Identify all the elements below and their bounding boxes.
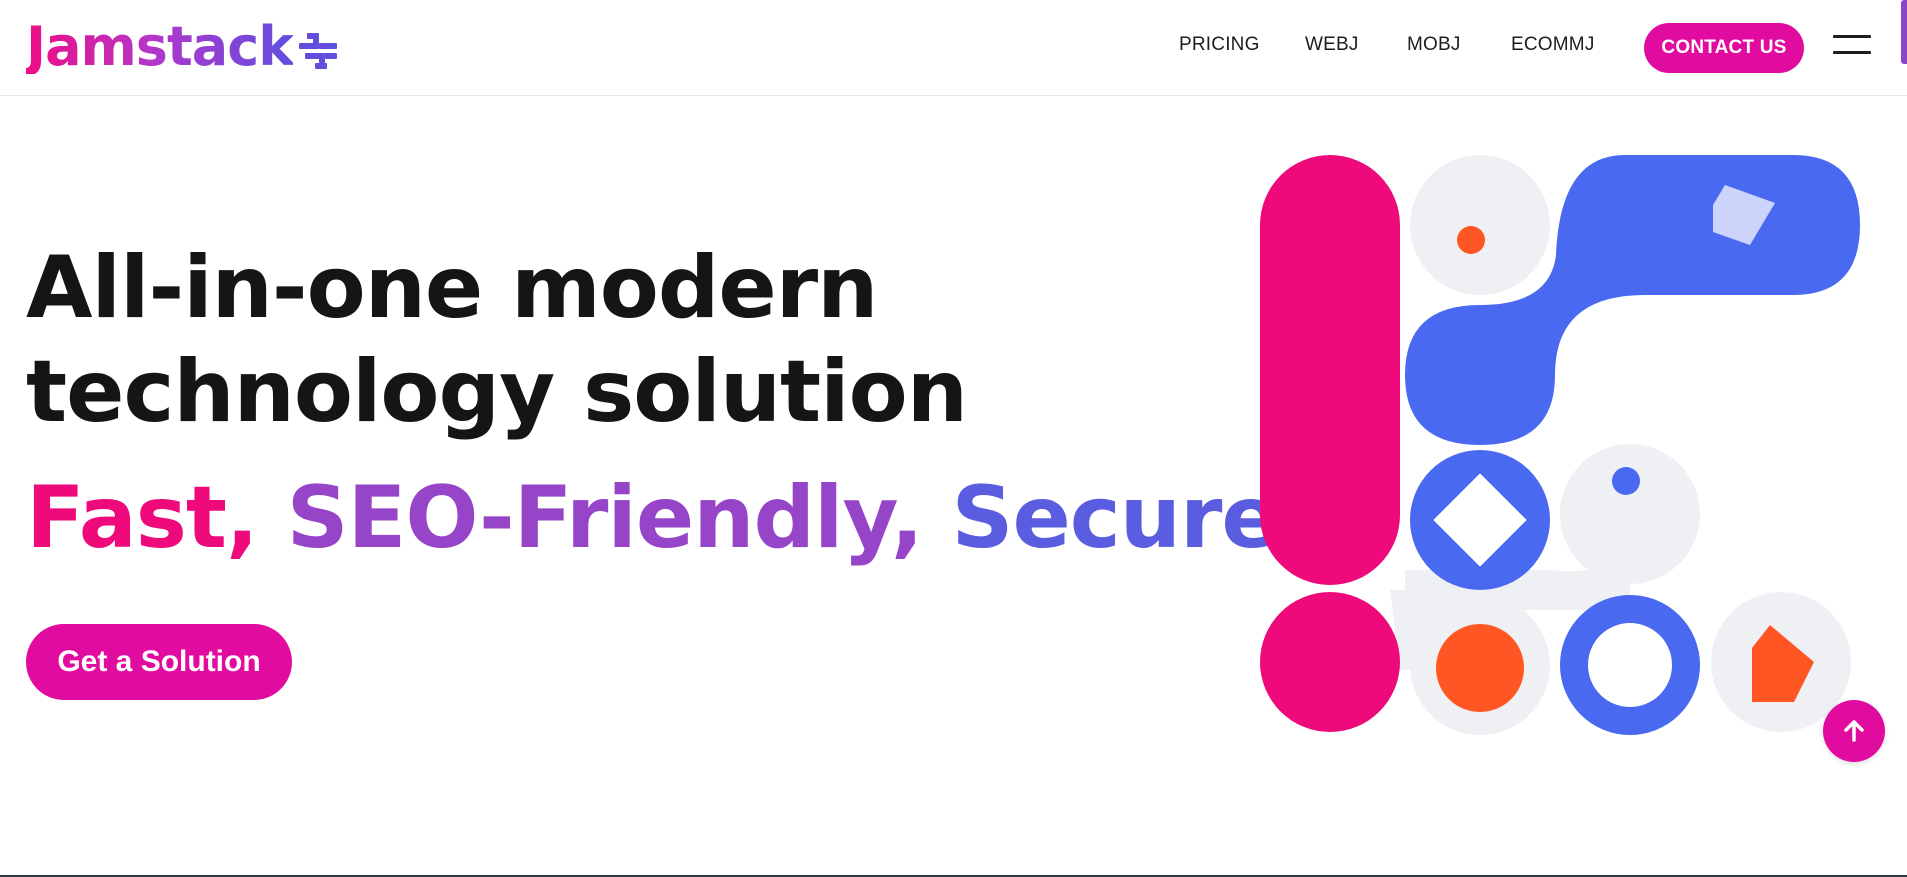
blue-ring: [1560, 595, 1700, 735]
edge-accent: [1901, 0, 1907, 64]
contact-us-button[interactable]: CONTACT US: [1644, 23, 1804, 73]
tagline-fast: Fast,: [26, 468, 259, 568]
jamstack-logo-icon: [299, 33, 338, 69]
menu-line-top: [1833, 35, 1871, 38]
hero-tagline: Fast, SEO-Friendly, Secure!: [26, 466, 1318, 570]
hero-headline: All-in-one modern technology solution: [26, 236, 1026, 444]
orange-circle: [1436, 624, 1524, 712]
scroll-to-top-button[interactable]: [1823, 700, 1885, 762]
nav-ecommj[interactable]: ECOMMJ: [1511, 34, 1595, 56]
headline-line-2: technology solution: [26, 342, 968, 442]
site-header: Jamstack PRICING WEBJ MOBJ ECOMMJ CONTAC…: [0, 0, 1907, 96]
magenta-pill: [1260, 155, 1400, 585]
gray-circle-top: [1410, 155, 1550, 295]
hero-illustration: [1260, 155, 1860, 735]
arrow-up-icon: [1844, 720, 1864, 742]
orange-dot-small: [1457, 226, 1485, 254]
tagline-seo: SEO-Friendly,: [286, 468, 924, 568]
nav-pricing[interactable]: PRICING: [1179, 34, 1260, 56]
magenta-circle: [1260, 592, 1400, 732]
hamburger-menu-icon[interactable]: [1833, 32, 1875, 58]
blue-dot-small: [1612, 467, 1640, 495]
nav-webj[interactable]: WEBJ: [1305, 34, 1359, 56]
jamstack-logo[interactable]: Jamstack: [26, 12, 339, 82]
get-a-solution-button[interactable]: Get a Solution: [26, 624, 292, 700]
nav-mobj[interactable]: MOBJ: [1407, 34, 1461, 56]
logo-text: Jamstack: [26, 15, 294, 78]
menu-line-bottom: [1833, 51, 1871, 54]
headline-line-1: All-in-one modern: [26, 238, 878, 338]
